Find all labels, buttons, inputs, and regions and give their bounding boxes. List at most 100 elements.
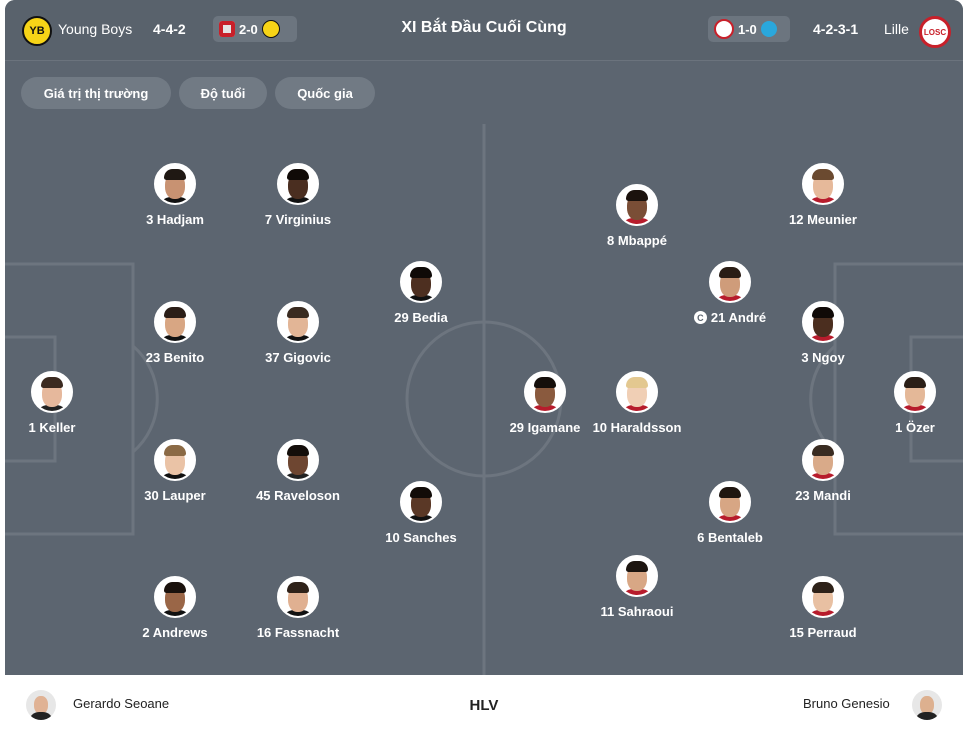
player-avatar[interactable]	[31, 371, 73, 413]
player-label: 29 Igamane	[509, 420, 581, 435]
away-formation: 4-2-3-1	[813, 21, 859, 37]
lille-crest-icon[interactable]: LOSC	[919, 16, 951, 48]
away-player[interactable]: 11 Sahraoui	[567, 555, 707, 619]
player-avatar[interactable]	[277, 576, 319, 618]
player-name[interactable]: 8 Mbappé	[607, 233, 667, 248]
player-name[interactable]: 29 Igamane	[510, 420, 581, 435]
coaches-bar: Gerardo Seoane HLV Bruno Genesio	[5, 675, 963, 731]
player-name[interactable]: 30 Lauper	[144, 488, 205, 503]
player-avatar[interactable]	[277, 301, 319, 343]
player-avatar[interactable]	[894, 371, 936, 413]
player-avatar[interactable]	[802, 576, 844, 618]
player-avatar[interactable]	[802, 439, 844, 481]
player-label: 15 Perraud	[789, 625, 857, 640]
player-avatar[interactable]	[524, 371, 566, 413]
player-avatar[interactable]	[616, 184, 658, 226]
player-label: 1 Özer	[895, 420, 935, 435]
away-player[interactable]: 15 Perraud	[753, 576, 893, 640]
player-name[interactable]: 12 Meunier	[789, 212, 857, 227]
away-player[interactable]: 1 Özer	[845, 371, 963, 435]
player-name[interactable]: 6 Bentaleb	[697, 530, 763, 545]
player-avatar[interactable]	[277, 439, 319, 481]
captain-badge-icon: C	[693, 311, 707, 324]
away-team-name[interactable]: Lille	[884, 21, 909, 37]
player-label: 12 Meunier	[789, 212, 857, 227]
player-avatar[interactable]	[802, 163, 844, 205]
lineup-header: YB Young Boys 4-4-2 2-0 XI Bắt Đầu Cuối …	[5, 0, 963, 61]
away-coach-name[interactable]: Bruno Genesio	[803, 696, 890, 711]
away-player[interactable]: 6 Bentaleb	[660, 481, 800, 545]
player-label: 7 Virginius	[264, 212, 332, 227]
player-label: 37 Gigovic	[265, 350, 331, 365]
player-label: 10 Sanches	[385, 530, 457, 545]
player-avatar[interactable]	[154, 576, 196, 618]
player-avatar[interactable]	[154, 301, 196, 343]
player-name[interactable]: 7 Virginius	[265, 212, 331, 227]
away-last-result[interactable]: 1-0	[708, 16, 790, 42]
player-label: 30 Lauper	[144, 488, 206, 503]
home-player[interactable]: 29 Bedia	[351, 261, 491, 325]
pitch: 1 Keller 30 Lauper 23 Benito 3 Hadjam 2 Andr…	[5, 124, 963, 675]
marseille-crest-icon	[760, 21, 777, 37]
player-label: 3 Ngoy	[801, 350, 845, 365]
player-label: 3 Hadjam	[146, 212, 204, 227]
player-avatar[interactable]	[154, 439, 196, 481]
player-label: 23 Benito	[145, 350, 205, 365]
filter-nationality[interactable]: Quốc gia	[275, 77, 375, 109]
player-label: 21 André	[710, 310, 767, 325]
player-label: 1 Keller	[28, 420, 76, 435]
player-label: 29 Bedia	[394, 310, 448, 325]
home-player[interactable]: 16 Fassnacht	[228, 576, 368, 640]
player-name[interactable]: 37 Gigovic	[265, 350, 331, 365]
player-name[interactable]: 1 Keller	[29, 420, 76, 435]
home-player[interactable]: 45 Raveloson	[228, 439, 368, 503]
player-name[interactable]: 23 Mandi	[795, 488, 851, 503]
player-avatar[interactable]	[709, 261, 751, 303]
player-label: 2 Andrews	[142, 625, 208, 640]
player-avatar[interactable]	[277, 163, 319, 205]
home-player[interactable]: 37 Gigovic	[228, 301, 368, 365]
away-player[interactable]: 8 Mbappé	[567, 184, 707, 248]
player-avatar[interactable]	[616, 555, 658, 597]
player-avatar[interactable]	[400, 261, 442, 303]
filter-age[interactable]: Độ tuổi	[179, 77, 267, 109]
lille-mini-crest-icon	[714, 19, 734, 39]
player-name[interactable]: 11 Sahraoui	[601, 604, 674, 619]
away-player[interactable]: 12 Meunier	[753, 163, 893, 227]
player-label: 45 Raveloson	[256, 488, 340, 503]
player-label: 6 Bentaleb	[697, 530, 763, 545]
away-coach-avatar[interactable]	[912, 690, 942, 720]
player-label: 23 Mandi	[795, 488, 851, 503]
player-name[interactable]: 15 Perraud	[789, 625, 856, 640]
player-avatar[interactable]	[709, 481, 751, 523]
home-player[interactable]: 1 Keller	[5, 371, 122, 435]
player-name[interactable]: C 21 André	[693, 310, 767, 325]
away-player[interactable]: 29 Igamane	[475, 371, 615, 435]
player-name[interactable]: 16 Fassnacht	[257, 625, 339, 640]
filter-market-value[interactable]: Giá trị thị trường	[21, 77, 171, 109]
lineup-widget: YB Young Boys 4-4-2 2-0 XI Bắt Đầu Cuối …	[5, 0, 963, 731]
home-player[interactable]: 30 Lauper	[105, 439, 245, 503]
player-name[interactable]: 10 Sanches	[385, 530, 457, 545]
home-player[interactable]: 7 Virginius	[228, 163, 368, 227]
player-avatar[interactable]	[616, 371, 658, 413]
player-avatar[interactable]	[154, 163, 196, 205]
player-avatar[interactable]	[400, 481, 442, 523]
player-name[interactable]: 23 Benito	[146, 350, 205, 365]
player-label: 16 Fassnacht	[256, 625, 340, 640]
player-name[interactable]: 3 Hadjam	[146, 212, 204, 227]
player-label: 11 Sahraoui	[600, 604, 674, 619]
player-name[interactable]: 2 Andrews	[142, 625, 207, 640]
player-name[interactable]: 3 Ngoy	[801, 350, 844, 365]
home-player[interactable]: 23 Benito	[105, 301, 245, 365]
filter-bar: Giá trị thị trường Độ tuổi Quốc gia	[5, 61, 963, 123]
player-avatar[interactable]	[802, 301, 844, 343]
player-name[interactable]: 29 Bedia	[394, 310, 447, 325]
player-name[interactable]: 45 Raveloson	[256, 488, 340, 503]
away-last-score: 1-0	[738, 21, 757, 37]
home-player[interactable]: 2 Andrews	[105, 576, 245, 640]
home-player[interactable]: 10 Sanches	[351, 481, 491, 545]
away-player[interactable]: C 21 André	[660, 261, 800, 325]
home-player[interactable]: 3 Hadjam	[105, 163, 245, 227]
player-name[interactable]: 1 Özer	[895, 420, 935, 435]
